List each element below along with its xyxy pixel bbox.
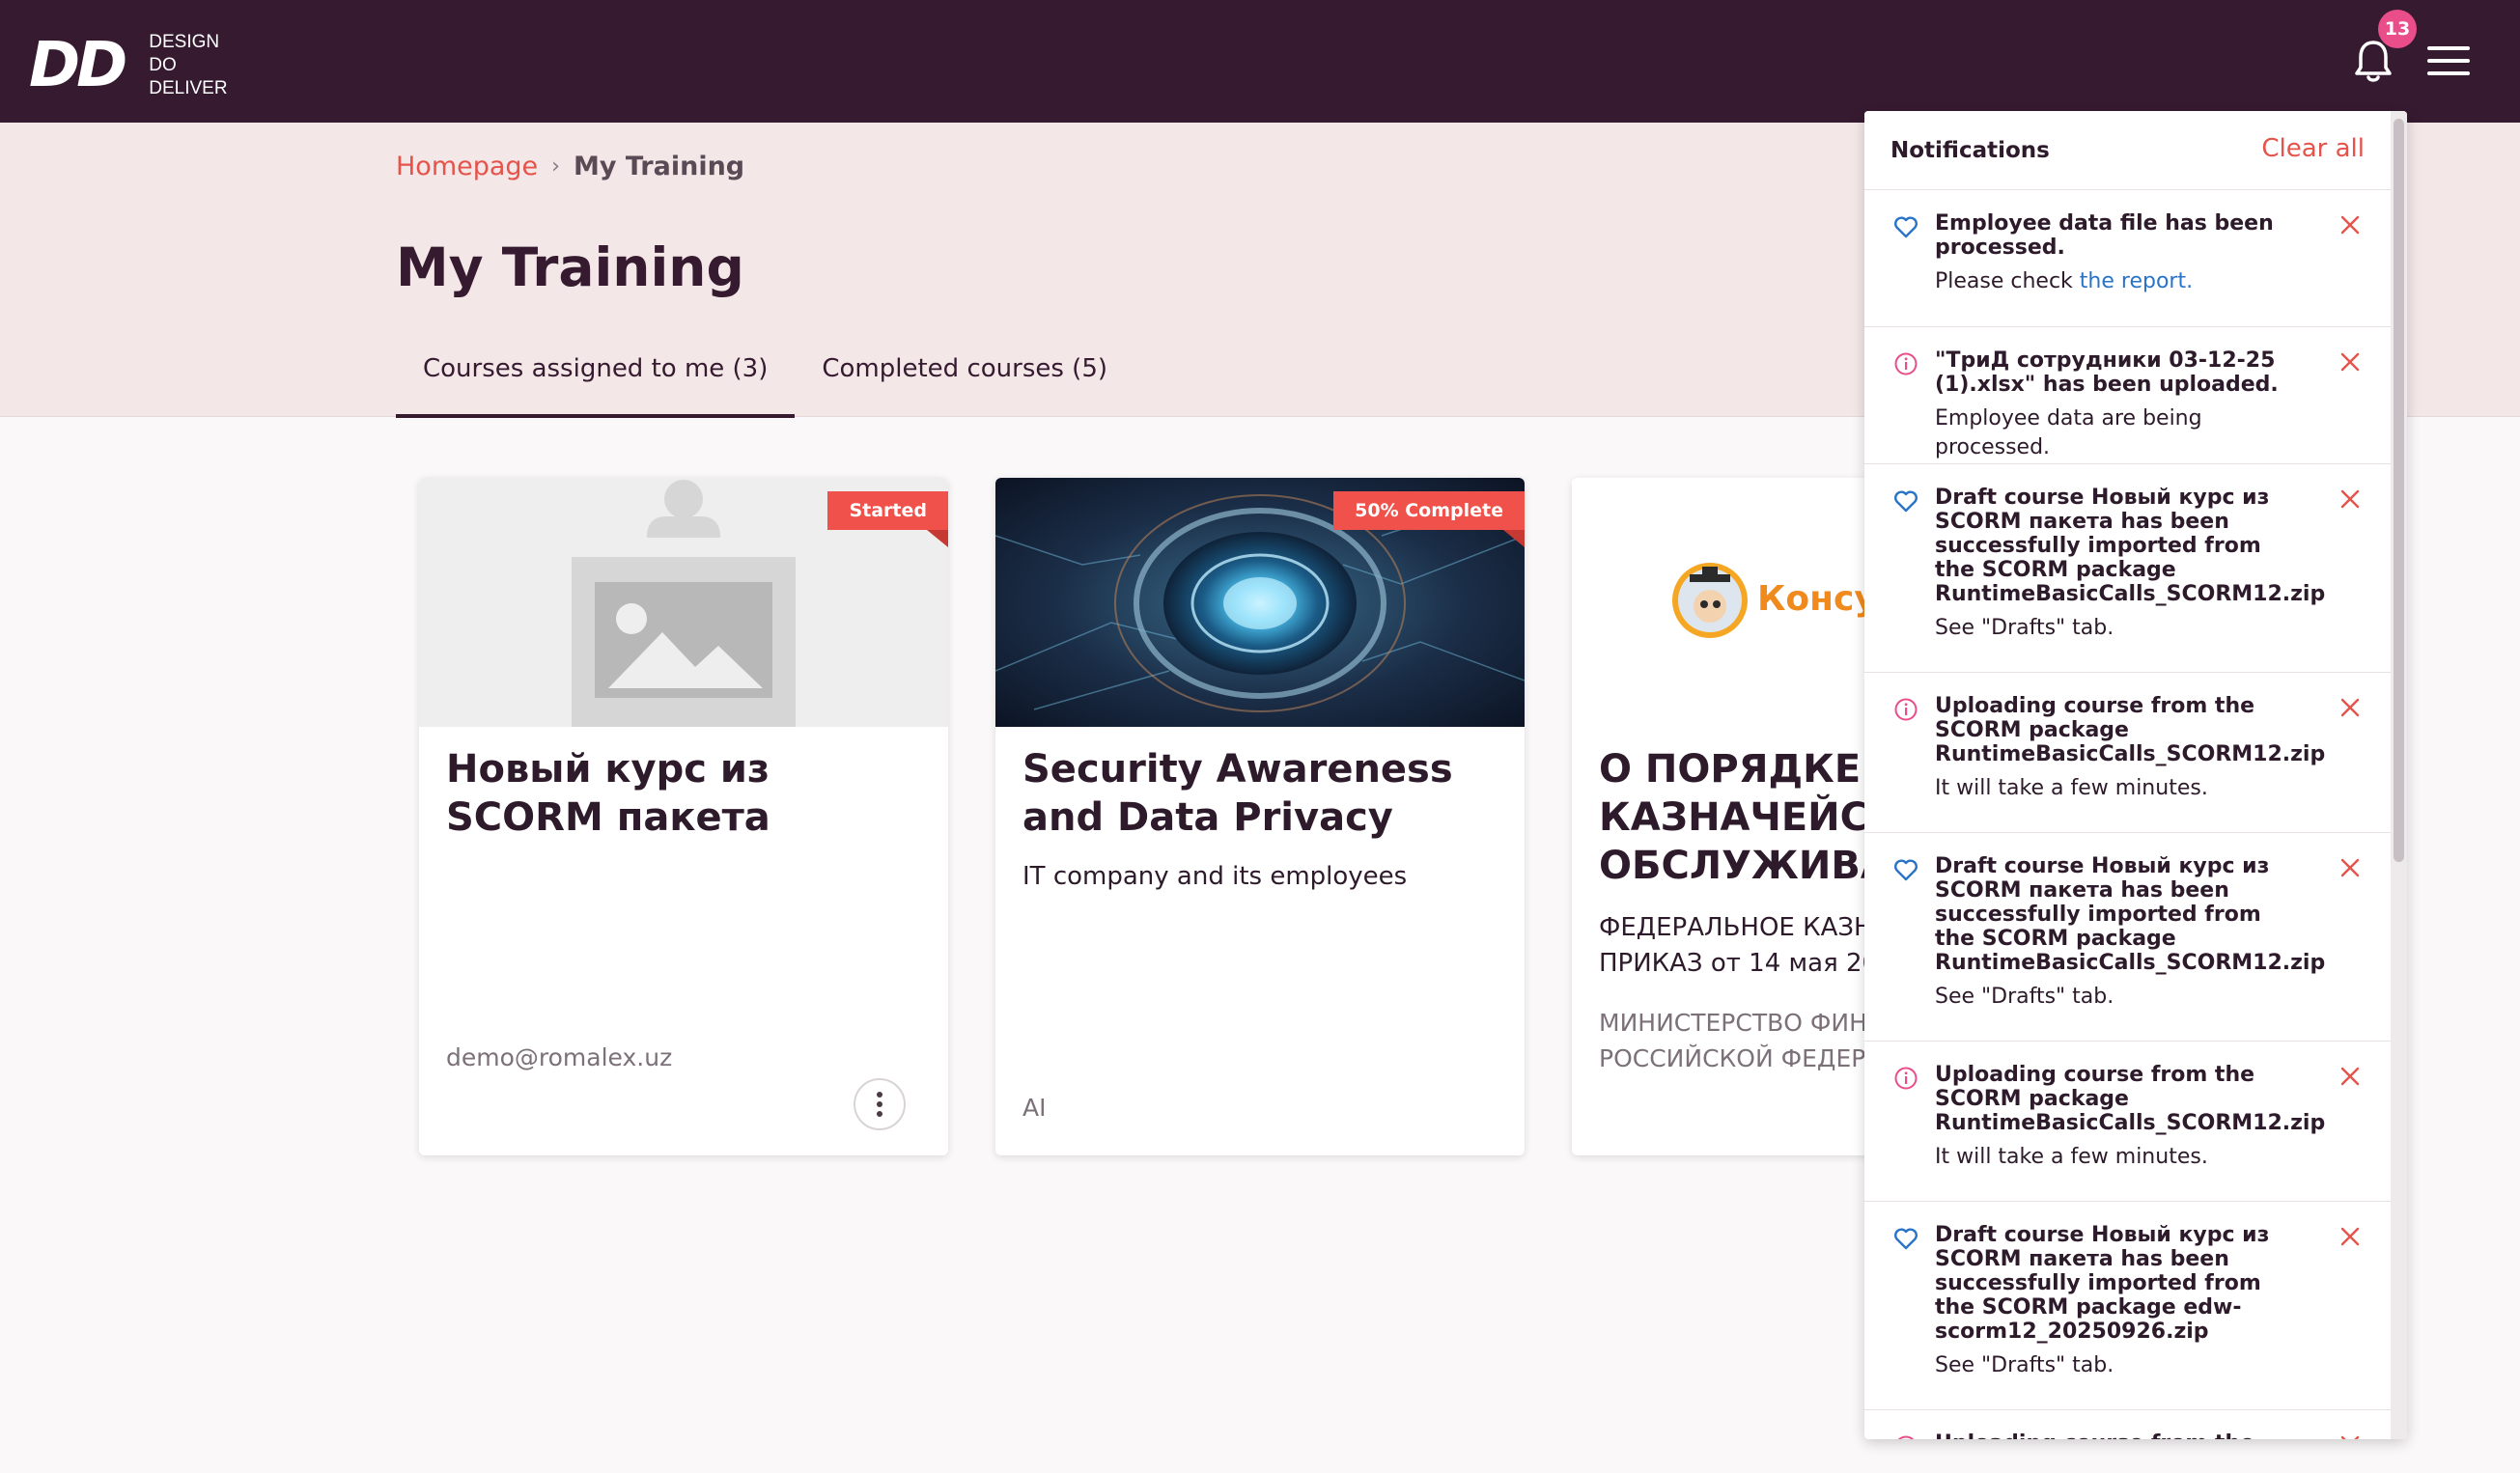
breadcrumb-chevron-icon: › [551,154,560,179]
clear-all-button[interactable]: Clear all [2261,134,2365,163]
notification-detail: Please check the report. [1935,267,2302,296]
notification-message: Uploading course from the SCORM package … [1935,1063,2326,1135]
notification-detail: It will take a few minutes. [1935,776,2208,800]
course-card[interactable]: 50% Complete Security Awareness and Data… [995,478,1525,1155]
info-icon [1894,1067,1918,1090]
scrollbar-thumb[interactable] [2394,119,2404,862]
heart-icon [1894,216,1918,238]
info-icon [1894,698,1918,721]
notification-detail: It will take a few minutes. [1935,1145,2208,1169]
heart-icon [1894,1228,1918,1250]
course-author: demo@romalex.uz [446,1043,673,1071]
close-icon[interactable] [2339,697,2361,718]
notification-item: Uploading course from the SCORM [1864,1410,2391,1439]
progress-ribbon: 50% Complete [1333,491,1525,547]
report-link[interactable]: the report. [2080,269,2193,293]
close-icon[interactable] [2339,488,2361,510]
notification-message: Uploading course from the SCORM [1935,1431,2302,1439]
notifications-list: Employee data file has been processed. P… [1864,190,2391,1439]
logo-mark: DD [29,30,127,101]
notification-item: Draft course Новый курс из SCORM пакета … [1864,833,2391,1042]
course-title[interactable]: Security Awareness and Data Privacy [1022,745,1505,842]
logo-line-1: DESIGN [149,32,220,52]
notification-detail: Employee data are being processed. [1935,406,2202,459]
notification-item: Uploading course from the SCORM package … [1864,673,2391,833]
notifications-title: Notifications [1890,138,2050,163]
logo-text: DESIGN DO DELIVER [149,31,227,100]
notifications-panel: Notifications Clear all Employee data fi… [1864,111,2407,1439]
notification-message: "ТриД сотрудники 03-12-25 (1).xlsx" has … [1935,348,2279,397]
more-options-icon[interactable] [854,1078,906,1130]
notification-item: Draft course Новый курс из SCORM пакета … [1864,1202,2391,1410]
notification-detail: See "Drafts" tab. [1935,985,2114,1009]
notification-item: Uploading course from the SCORM package … [1864,1042,2391,1202]
info-icon [1894,352,1918,375]
course-title[interactable]: Новый курс из SCORM пакета [446,745,929,842]
notification-detail: See "Drafts" tab. [1935,616,2114,640]
logo[interactable]: DD DESIGN DO DELIVER [29,31,228,100]
course-description: IT company and its employees [1022,862,1408,891]
close-icon[interactable] [2339,857,2361,878]
course-tabs: Courses assigned to me (3) Completed cou… [396,354,1134,418]
heart-icon [1894,490,1918,513]
logo-line-3: DELIVER [149,78,228,98]
course-author: AI [1022,1094,1047,1122]
notification-count-badge[interactable]: 13 [2378,10,2417,48]
status-ribbon: Started [827,491,948,547]
notification-message: Draft course Новый курс из SCORM пакета … [1935,854,2326,975]
notification-item: Draft course Новый курс из SCORM пакета … [1864,464,2391,673]
heart-icon [1894,859,1918,881]
breadcrumb: Homepage › My Training [396,152,744,181]
breadcrumb-home-link[interactable]: Homepage [396,152,538,181]
notifications-scrollbar[interactable] [2391,111,2407,1439]
close-icon[interactable] [2339,1434,2361,1439]
notifications-header: Notifications Clear all [1864,111,2391,190]
close-icon[interactable] [2339,1226,2361,1247]
course-card[interactable]: Started Новый курс из SCORM пакета demo@… [419,478,948,1155]
tab-completed-courses[interactable]: Completed courses (5) [795,354,1134,418]
tab-assigned-courses[interactable]: Courses assigned to me (3) [396,354,796,418]
menu-icon[interactable] [2427,46,2470,75]
top-bar: DD DESIGN DO DELIVER 13 [0,0,2520,123]
notification-message: Employee data file has been processed. [1935,211,2274,260]
breadcrumb-current: My Training [573,152,745,181]
logo-line-2: DO [149,55,177,75]
notification-message: Draft course Новый курс из SCORM пакета … [1935,486,2326,606]
notification-message: Uploading course from the SCORM package … [1935,694,2326,766]
notification-item: Employee data file has been processed. P… [1864,190,2391,327]
close-icon[interactable] [2339,1066,2361,1087]
notification-message: Draft course Новый курс из SCORM пакета … [1935,1223,2270,1344]
notification-item: "ТриД сотрудники 03-12-25 (1).xlsx" has … [1864,327,2391,464]
notification-detail: See "Drafts" tab. [1935,1353,2114,1377]
page-title: My Training [396,236,744,298]
close-icon[interactable] [2339,351,2361,373]
close-icon[interactable] [2339,214,2361,236]
notification-detail-text: Please check [1935,269,2080,293]
info-icon [1897,1435,1915,1439]
